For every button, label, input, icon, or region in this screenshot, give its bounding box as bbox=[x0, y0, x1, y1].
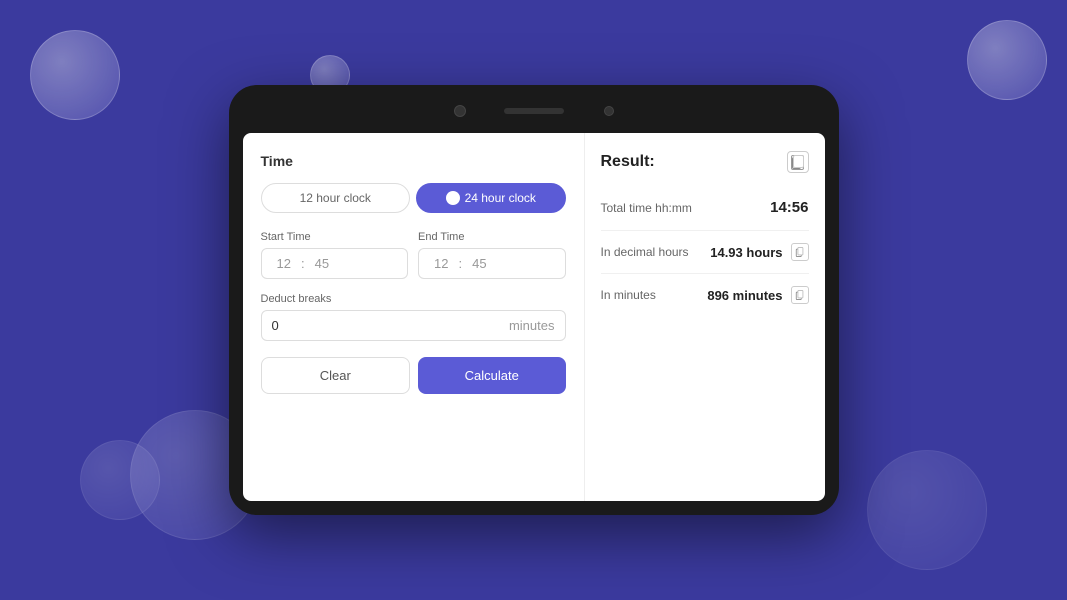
decorative-bubble-5 bbox=[80, 440, 160, 520]
action-buttons: Clear Calculate bbox=[261, 357, 566, 394]
decimal-hours-label: In decimal hours bbox=[601, 245, 689, 259]
tablet-top-bar bbox=[243, 99, 825, 123]
panel-title: Time bbox=[261, 153, 566, 169]
result-row-total: Total time hh:mm 14:56 bbox=[601, 187, 809, 231]
tablet-screen: Time 12 hour clock 24 hour clock Start T… bbox=[243, 133, 825, 501]
start-time-group: Start Time 12 : 45 bbox=[261, 231, 409, 279]
start-time-minutes: 45 bbox=[315, 256, 329, 271]
right-panel: Result: Total time hh:mm 14:56 In decima… bbox=[585, 133, 825, 501]
24-hour-clock-button[interactable]: 24 hour clock bbox=[416, 183, 566, 213]
calculate-button[interactable]: Calculate bbox=[418, 357, 566, 394]
time-inputs: Start Time 12 : 45 End Time 12 : 45 bbox=[261, 231, 566, 279]
tablet-camera-right bbox=[604, 106, 614, 116]
start-time-input[interactable]: 12 : 45 bbox=[261, 248, 409, 279]
end-time-minutes: 45 bbox=[472, 256, 486, 271]
decimal-hours-right: 14.93 hours bbox=[710, 243, 808, 261]
decimal-hours-value: 14.93 hours bbox=[710, 245, 782, 260]
decorative-bubble-1 bbox=[30, 30, 120, 120]
result-row-minutes: In minutes 896 minutes bbox=[601, 274, 809, 316]
clear-button[interactable]: Clear bbox=[261, 357, 411, 394]
decorative-bubble-6 bbox=[867, 450, 987, 570]
result-row-decimal: In decimal hours 14.93 hours bbox=[601, 231, 809, 274]
end-time-separator: : bbox=[458, 256, 462, 271]
minutes-label: In minutes bbox=[601, 288, 656, 302]
copy-all-icon[interactable] bbox=[787, 151, 809, 173]
12-hour-clock-button[interactable]: 12 hour clock bbox=[261, 183, 411, 213]
tablet-speaker bbox=[504, 108, 564, 114]
deduct-breaks-value: 0 bbox=[272, 318, 279, 333]
deduct-breaks-section: Deduct breaks 0 minutes bbox=[261, 293, 566, 341]
tablet-frame: Time 12 hour clock 24 hour clock Start T… bbox=[229, 85, 839, 515]
copy-minutes-icon[interactable] bbox=[791, 286, 809, 304]
end-time-label: End Time bbox=[418, 231, 566, 243]
start-time-separator: : bbox=[301, 256, 305, 271]
clock-toggle: 12 hour clock 24 hour clock bbox=[261, 183, 566, 213]
end-time-group: End Time 12 : 45 bbox=[418, 231, 566, 279]
deduct-breaks-unit: minutes bbox=[509, 318, 555, 333]
end-time-hours: 12 bbox=[434, 256, 448, 271]
end-time-input[interactable]: 12 : 45 bbox=[418, 248, 566, 279]
result-title: Result: bbox=[601, 153, 655, 171]
deduct-breaks-label: Deduct breaks bbox=[261, 293, 566, 305]
copy-decimal-icon[interactable] bbox=[791, 243, 809, 261]
total-time-value: 14:56 bbox=[770, 199, 808, 216]
minutes-right: 896 minutes bbox=[707, 286, 808, 304]
minutes-value: 896 minutes bbox=[707, 288, 782, 303]
result-header: Result: bbox=[601, 151, 809, 173]
tablet-camera bbox=[454, 105, 466, 117]
start-time-label: Start Time bbox=[261, 231, 409, 243]
deduct-breaks-input[interactable]: 0 minutes bbox=[261, 310, 566, 341]
total-time-label: Total time hh:mm bbox=[601, 201, 692, 215]
left-panel: Time 12 hour clock 24 hour clock Start T… bbox=[243, 133, 585, 501]
start-time-hours: 12 bbox=[277, 256, 291, 271]
decorative-bubble-3 bbox=[967, 20, 1047, 100]
